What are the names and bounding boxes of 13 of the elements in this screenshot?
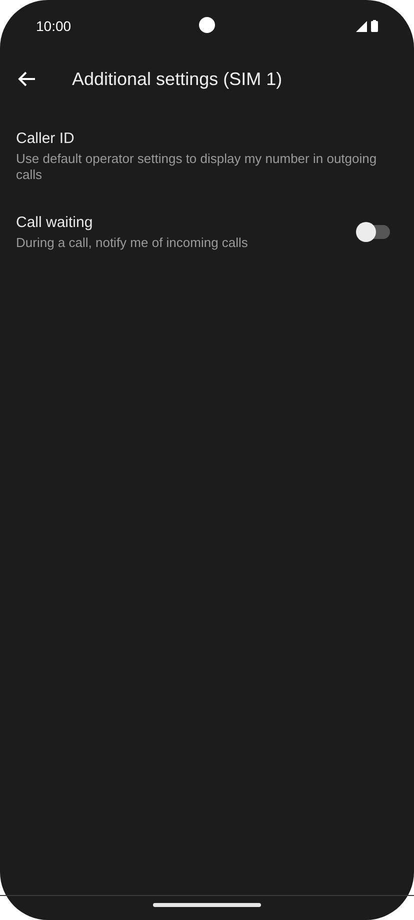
status-time: 10:00 <box>36 16 72 36</box>
signal-icon <box>356 20 367 32</box>
screen-title: Additional settings (SIM 1) <box>72 68 282 91</box>
setting-title: Call waiting <box>16 213 94 234</box>
gesture-handle[interactable] <box>153 903 261 907</box>
setting-summary: Use default operator settings to display my number in outgoing calls <box>16 150 378 184</box>
back-arrow-icon[interactable] <box>18 71 36 87</box>
settings-item[interactable]: Call waiting During a call, notify me of incoming calls <box>0 198 414 266</box>
settings-item[interactable]: Caller ID Use default operator settings to display my number in outgoing calls <box>0 114 414 198</box>
battery-icon <box>371 20 378 32</box>
setting-title: Caller ID <box>16 129 76 149</box>
camera-cutout <box>199 17 215 33</box>
setting-summary: During a call, notify me of incoming calls <box>16 234 249 252</box>
